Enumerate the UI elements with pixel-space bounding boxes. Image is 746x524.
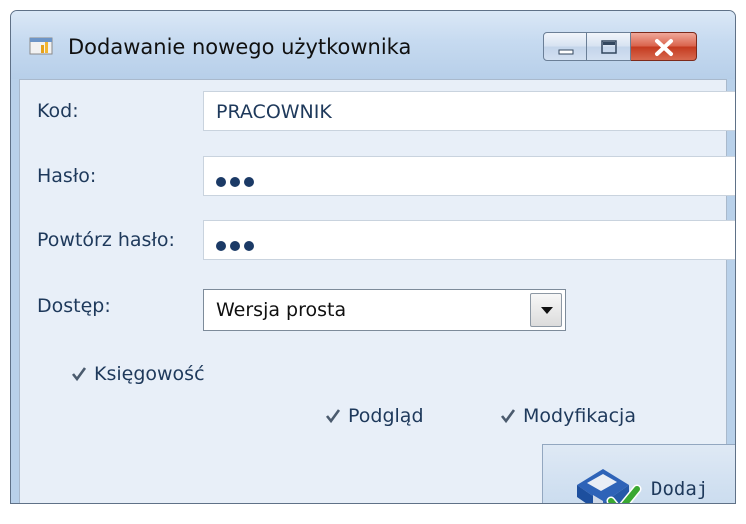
close-button[interactable] (631, 32, 697, 61)
ksiegowosc-label: Księgowość (94, 363, 205, 385)
app-icon (29, 37, 53, 55)
podglad-label: Podgląd (348, 405, 424, 427)
maximize-icon (601, 40, 617, 54)
checkmark-icon (500, 409, 516, 424)
access-selected-value: Wersja prosta (216, 299, 347, 321)
add-user-window: Dodawanie nowego użytkownika Kod: PRACOW… (10, 10, 736, 504)
password-mask (216, 170, 258, 192)
window-title: Dodawanie nowego użytkownika (68, 35, 412, 59)
minimize-button[interactable] (543, 32, 587, 61)
dropdown-button[interactable] (530, 293, 562, 327)
dodaj-button[interactable]: Dodaj (542, 444, 735, 503)
kod-label: Kod: (37, 100, 79, 122)
checkmark-icon (325, 409, 341, 424)
repeat-password-mask (216, 234, 258, 256)
minimize-icon (558, 49, 574, 55)
kod-value: PRACOWNIK (216, 101, 332, 123)
podglad-checkbox[interactable]: Podgląd (324, 405, 424, 427)
modyfikacja-label: Modyfikacja (523, 405, 636, 427)
modyfikacja-checkbox[interactable]: Modyfikacja (499, 405, 636, 427)
close-icon (655, 39, 673, 56)
form-panel: Kod: PRACOWNIK Hasło: Powtórz hasło: Dos… (19, 79, 735, 503)
chevron-down-icon (541, 307, 553, 314)
checkmark-icon (71, 367, 87, 382)
haslo-label: Hasło: (37, 165, 97, 187)
repeat-password-input[interactable] (203, 220, 735, 260)
powtorz-haslo-label: Powtórz hasło: (37, 229, 175, 251)
ksiegowosc-checkbox[interactable]: Księgowość (70, 363, 205, 385)
title-bar[interactable]: Dodawanie nowego użytkownika (11, 11, 735, 79)
maximize-button[interactable] (587, 32, 631, 61)
dostep-label: Dostęp: (37, 295, 111, 317)
password-input[interactable] (203, 156, 735, 196)
access-select[interactable]: Wersja prosta (203, 289, 566, 331)
dodaj-label: Dodaj (651, 478, 709, 500)
save-check-icon (577, 469, 642, 503)
kod-input[interactable]: PRACOWNIK (203, 91, 735, 131)
